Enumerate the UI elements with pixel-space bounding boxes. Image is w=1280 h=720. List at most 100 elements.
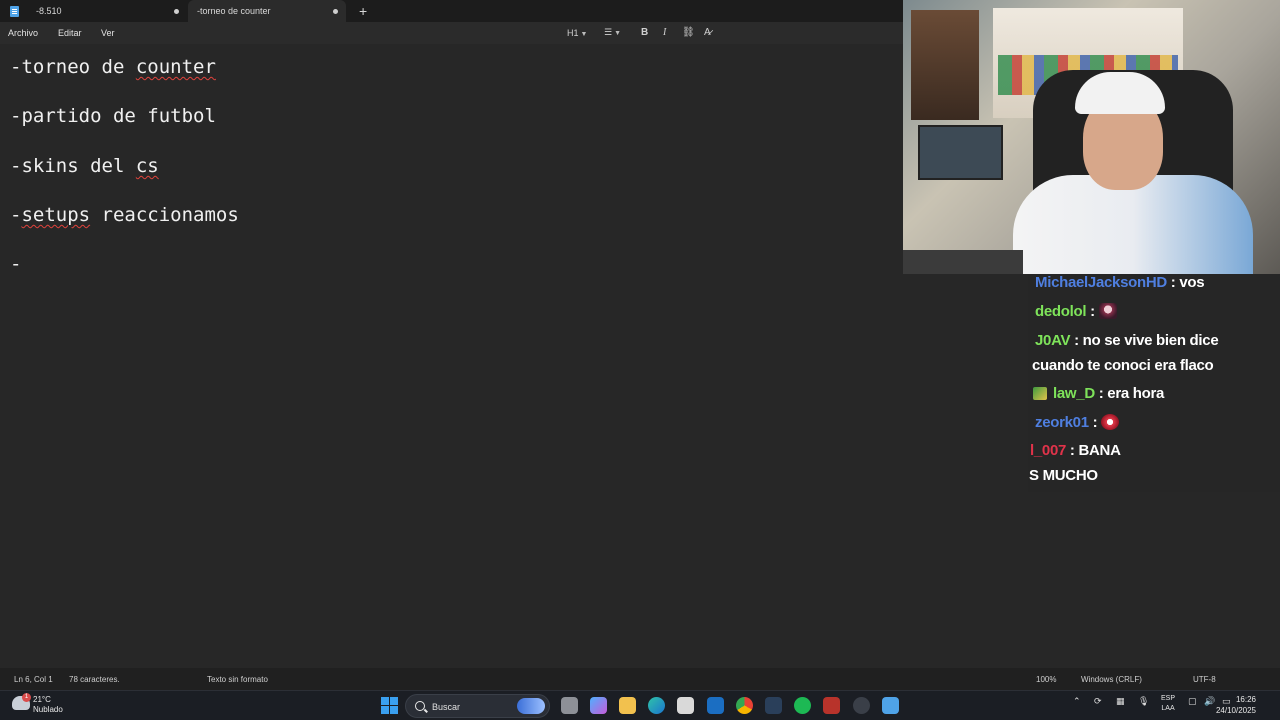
cursor-position: Ln 6, Col 1 bbox=[14, 675, 53, 684]
menu-bar: Archivo Editar Ver H1 ▼ ☰ ▼ B I ⛓ A̷ bbox=[0, 22, 903, 44]
menu-edit[interactable]: Editar bbox=[58, 28, 82, 38]
line-text: - bbox=[10, 204, 22, 226]
start-button[interactable] bbox=[381, 697, 398, 714]
menu-file[interactable]: Archivo bbox=[8, 28, 38, 38]
chat-username: law_D bbox=[1053, 385, 1095, 402]
misspelled-word[interactable]: counter bbox=[136, 56, 216, 78]
line-ending[interactable]: Windows (CRLF) bbox=[1081, 675, 1142, 684]
taskbar-search[interactable]: Buscar bbox=[405, 694, 550, 718]
chat-text: cuando te conoci era flaco bbox=[1032, 357, 1214, 374]
keyboard-layout: LAA bbox=[1161, 705, 1175, 712]
chat-message: law_D : era hora bbox=[1033, 385, 1164, 402]
app-icon[interactable] bbox=[823, 697, 840, 714]
status-bar: Ln 6, Col 1 78 caracteres. Texto sin for… bbox=[0, 668, 1280, 690]
volume-icon[interactable]: 🔊 bbox=[1204, 696, 1215, 707]
chat-username: zeork01 bbox=[1035, 414, 1089, 431]
unsaved-dot-icon[interactable] bbox=[174, 9, 179, 14]
background-monitor bbox=[918, 125, 1003, 180]
chat-text: : no se vive bien dice bbox=[1070, 332, 1219, 349]
bold-button[interactable]: B bbox=[641, 27, 648, 38]
heading-label: H1 bbox=[567, 28, 579, 38]
line-text: -torneo de bbox=[10, 56, 136, 78]
copilot-icon[interactable] bbox=[590, 697, 607, 714]
notification-badge: 1 bbox=[22, 693, 31, 702]
date: 24/10/2025 bbox=[1215, 706, 1256, 715]
taskbar: 1 21°C Nublado Buscar ⌃ ⟳ ▦ 🎙 ESP LAA ▢ … bbox=[0, 690, 1280, 720]
chat-message: J0AV : no se vive bien dice bbox=[1035, 332, 1219, 349]
edge-icon[interactable] bbox=[648, 697, 665, 714]
encoding[interactable]: UTF-8 bbox=[1193, 675, 1216, 684]
list-icon: ☰ bbox=[604, 27, 613, 37]
notepad-taskbar-icon[interactable] bbox=[882, 697, 899, 714]
outlook-icon[interactable] bbox=[707, 697, 724, 714]
windows-logo-icon bbox=[390, 706, 398, 714]
skull-emote-icon bbox=[1098, 303, 1117, 319]
user-badge-icon bbox=[1033, 387, 1047, 400]
text-format: Texto sin formato bbox=[207, 675, 268, 684]
chevron-up-icon[interactable]: ⌃ bbox=[1073, 696, 1081, 707]
wall-poster bbox=[911, 10, 979, 120]
chat-username: MichaelJacksonHD bbox=[1035, 274, 1167, 291]
chrome-icon[interactable] bbox=[736, 697, 753, 714]
chat-message: dedolol : bbox=[1035, 303, 1117, 320]
chat-text: : bbox=[1086, 303, 1099, 320]
clear-formatting-icon[interactable]: A̷ bbox=[704, 27, 711, 38]
windows-logo-icon bbox=[390, 697, 398, 705]
display-icon[interactable]: ▢ bbox=[1188, 696, 1197, 707]
unsaved-dot-icon[interactable] bbox=[333, 9, 338, 14]
chat-text: : era hora bbox=[1094, 385, 1165, 402]
steam-icon[interactable] bbox=[765, 697, 782, 714]
microphone-icon[interactable]: 🎙 bbox=[1138, 696, 1149, 707]
file-explorer-icon[interactable] bbox=[619, 697, 636, 714]
zoom-level[interactable]: 100% bbox=[1036, 675, 1056, 684]
chat-text: S MUCHO bbox=[1029, 467, 1098, 484]
language-code: ESP bbox=[1161, 695, 1176, 702]
chat-message-continuation: cuando te conoci era flaco bbox=[1032, 357, 1214, 374]
obs-icon[interactable] bbox=[853, 697, 870, 714]
chat-message: zeork01 : bbox=[1035, 414, 1120, 431]
tab-label: -torneo de counter bbox=[197, 6, 271, 16]
chat-message: l_007 : BANA bbox=[1030, 442, 1121, 459]
new-tab-button[interactable]: + bbox=[359, 3, 367, 19]
chat-text: : bbox=[1088, 414, 1102, 431]
tab-label: -8.510 bbox=[36, 6, 62, 16]
heart-emote-icon bbox=[1101, 414, 1120, 430]
clock[interactable]: 16:26 24/10/2025 bbox=[1216, 694, 1256, 716]
sync-icon[interactable]: ⟳ bbox=[1094, 696, 1102, 707]
document-line: -partido de futbol bbox=[10, 105, 216, 127]
webcam-overlay bbox=[903, 0, 1280, 274]
weather-temperature: 21°C bbox=[33, 695, 51, 704]
link-icon[interactable]: ⛓ bbox=[682, 27, 695, 38]
windows-logo-icon bbox=[381, 697, 389, 705]
chevron-down-icon: ▼ bbox=[614, 30, 622, 37]
misspelled-word[interactable]: cs bbox=[136, 155, 159, 177]
windows-logo-icon bbox=[381, 706, 389, 714]
italic-button[interactable]: I bbox=[663, 27, 666, 38]
language-indicator[interactable]: ESP LAA bbox=[1161, 694, 1175, 714]
document-line: - bbox=[10, 253, 22, 275]
chat-text: : vos bbox=[1166, 274, 1205, 291]
spotify-icon[interactable] bbox=[794, 697, 811, 714]
tab-bar: -8.510 -torneo de counter + bbox=[0, 0, 903, 22]
store-icon[interactable] bbox=[677, 697, 694, 714]
search-highlight-icon bbox=[517, 698, 545, 714]
chat-username: dedolol bbox=[1035, 303, 1087, 320]
chat-username: l_007 bbox=[1030, 442, 1067, 459]
document-line: -setups reaccionamos bbox=[10, 204, 239, 226]
document-line: -torneo de counter bbox=[10, 56, 216, 78]
heading-dropdown[interactable]: H1 ▼ bbox=[567, 28, 587, 38]
tab-document-1[interactable]: -8.510 bbox=[0, 0, 188, 22]
desk-edge bbox=[903, 250, 1023, 274]
menu-view[interactable]: Ver bbox=[101, 28, 115, 38]
notepad-icon bbox=[10, 5, 19, 17]
misspelled-word[interactable]: setups bbox=[21, 204, 90, 226]
network-icon[interactable]: ▦ bbox=[1116, 696, 1125, 707]
chat-username: J0AV bbox=[1035, 332, 1071, 349]
document-line: -skins del cs bbox=[10, 155, 159, 177]
task-view-icon[interactable] bbox=[561, 697, 578, 714]
character-count: 78 caracteres. bbox=[69, 675, 120, 684]
search-placeholder: Buscar bbox=[432, 702, 461, 712]
tab-document-2[interactable]: -torneo de counter bbox=[188, 0, 346, 22]
list-dropdown[interactable]: ☰ ▼ bbox=[604, 27, 621, 38]
search-icon bbox=[415, 701, 425, 711]
